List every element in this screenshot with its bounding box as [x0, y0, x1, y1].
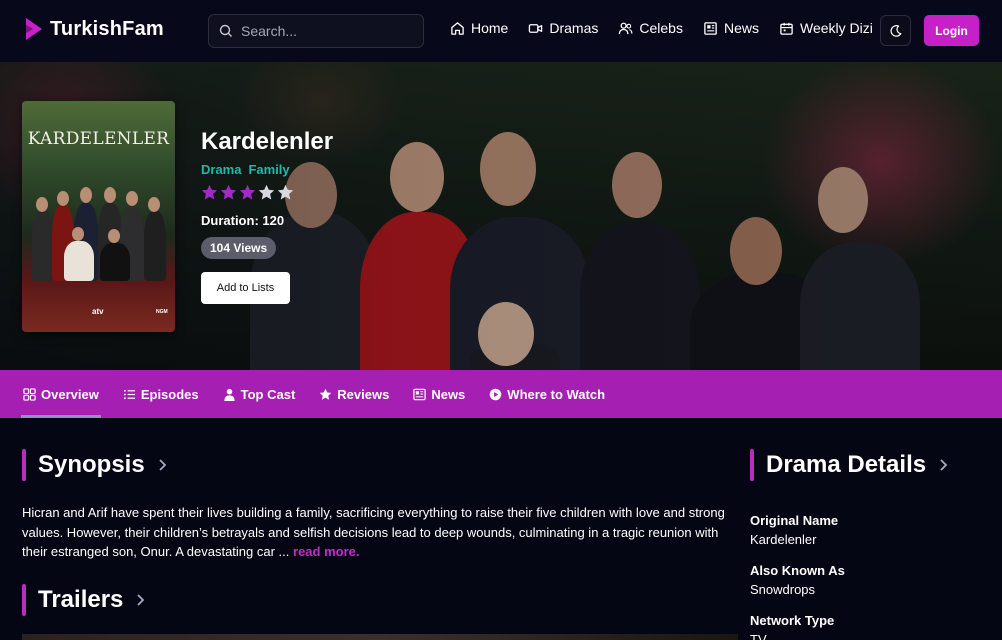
star-filled-icon [201, 184, 218, 200]
login-button[interactable]: Login [924, 15, 979, 46]
star-filled-icon [239, 184, 256, 200]
trailers-heading[interactable]: Trailers [22, 584, 147, 616]
drama-details-heading[interactable]: Drama Details [750, 449, 950, 481]
chevron-right-icon [137, 594, 145, 606]
detail-network-type: Network Type TV [750, 613, 835, 640]
poster-studio-logo: NGM [156, 309, 168, 315]
moon-icon [889, 24, 901, 37]
poster-channel-logo: atv [92, 307, 104, 316]
star-filled-icon [220, 184, 237, 200]
star-empty-icon [277, 184, 294, 200]
trailer-thumbnail[interactable] [22, 634, 738, 640]
chevron-right-icon [940, 459, 948, 471]
user-icon [224, 388, 235, 401]
trailers-title: Trailers [38, 586, 124, 613]
drama-title: Kardelenler [201, 128, 334, 155]
add-to-lists-button[interactable]: Add to Lists [201, 272, 290, 304]
views-badge: 104 Views [201, 237, 277, 259]
tab-overview[interactable]: Overview [21, 370, 101, 418]
tab-top-cast[interactable]: Top Cast [223, 370, 296, 418]
star-empty-icon [258, 184, 275, 200]
nav-home[interactable]: Home [450, 20, 508, 36]
search-input[interactable] [241, 23, 411, 39]
read-more-link[interactable]: read more. [293, 544, 359, 559]
search-icon [219, 24, 232, 37]
synopsis-heading[interactable]: Synopsis [22, 449, 169, 481]
tab-where-to-watch[interactable]: Where to Watch [489, 370, 605, 418]
nav-news[interactable]: News [703, 20, 759, 36]
synopsis-title: Synopsis [38, 451, 145, 478]
nav-dramas-label: Dramas [549, 20, 599, 36]
genre-list: Drama Family [201, 162, 290, 177]
nav-weekly-dizi-label: Weekly Dizi [799, 20, 873, 36]
tab-episodes[interactable]: Episodes [123, 370, 199, 418]
nav-celebs[interactable]: Celebs [618, 20, 683, 36]
tab-bar: Overview Episodes Top Cast Reviews News … [0, 370, 1002, 418]
tab-reviews[interactable]: Reviews [319, 370, 389, 418]
video-icon [529, 23, 543, 33]
play-circle-icon [490, 388, 502, 400]
genre-link-drama[interactable]: Drama [201, 162, 241, 177]
tab-news[interactable]: News [413, 370, 465, 418]
home-icon [451, 21, 464, 35]
chevron-right-icon [159, 459, 166, 471]
tab-overview-label: Overview [41, 386, 99, 402]
top-navbar: TurkishFam Home Dramas Celebs News Weekl… [0, 0, 1002, 62]
brand-logo[interactable]: TurkishFam [24, 16, 164, 42]
hero-banner: KARDELENLER atv NGM [0, 62, 1002, 370]
detail-also-known-as: Also Known As Snowdrops [750, 563, 845, 597]
star-icon [320, 388, 332, 400]
theme-toggle-button[interactable] [880, 15, 911, 46]
newspaper-icon [704, 21, 717, 35]
brand-name: TurkishFam [50, 17, 164, 40]
star-rating [201, 184, 294, 201]
tab-episodes-label: Episodes [140, 386, 199, 402]
drama-details-list: Original Name Kardelenler Also Known As … [750, 512, 990, 640]
duration-label: Duration: 120 [201, 213, 285, 228]
nav-news-label: News [723, 20, 759, 36]
tab-where-to-watch-label: Where to Watch [507, 386, 606, 402]
nav-weekly-dizi[interactable]: Weekly Dizi [779, 20, 873, 36]
tab-news-label: News [431, 386, 466, 402]
genre-link-family[interactable]: Family [248, 162, 289, 177]
users-icon [619, 22, 633, 34]
logo-play-icon [26, 18, 42, 40]
synopsis-text: Hicran and Arif have spent their lives b… [22, 505, 725, 559]
tab-top-cast-label: Top Cast [240, 386, 296, 402]
newspaper-icon [413, 388, 427, 400]
tab-reviews-label: Reviews [337, 386, 390, 402]
main-nav: Home Dramas Celebs News Weekly Dizi [450, 20, 873, 36]
list-icon [123, 389, 135, 399]
detail-original-name: Original Name Kardelenler [750, 513, 839, 547]
nav-home-label: Home [471, 20, 509, 36]
drama-details-title: Drama Details [766, 451, 927, 478]
search-box[interactable] [208, 14, 424, 48]
drama-poster[interactable]: KARDELENLER atv NGM [22, 101, 175, 332]
grid-icon [23, 387, 36, 401]
poster-title: KARDELENLER [27, 129, 170, 149]
calendar-icon [780, 22, 793, 35]
nav-celebs-label: Celebs [639, 20, 683, 36]
nav-dramas[interactable]: Dramas [528, 20, 598, 36]
